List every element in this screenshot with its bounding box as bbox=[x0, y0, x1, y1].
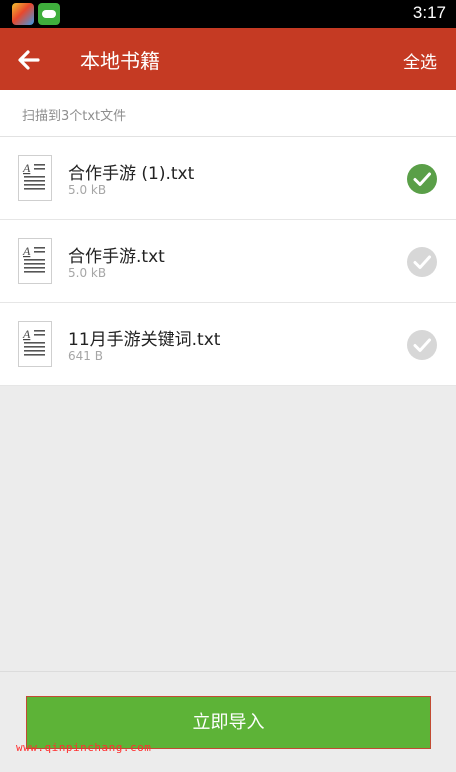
text-document-icon: A bbox=[18, 155, 52, 201]
text-document-icon: A bbox=[18, 238, 52, 284]
file-name: 合作手游 (1).txt bbox=[68, 164, 195, 184]
arrow-left-icon[interactable] bbox=[16, 47, 42, 73]
watermark-text: www.qinpinchang.com bbox=[16, 741, 152, 754]
file-list-item[interactable]: A 11月手游关键词.txt 641 B bbox=[0, 303, 456, 386]
file-name: 合作手游.txt bbox=[68, 247, 165, 267]
colorful-app-icon bbox=[12, 3, 34, 25]
file-name: 11月手游关键词.txt bbox=[68, 330, 221, 350]
bottom-action-area: 立即导入 bbox=[0, 671, 456, 772]
select-all-button[interactable]: 全选 bbox=[403, 48, 437, 73]
svg-text:A: A bbox=[22, 161, 31, 175]
scan-result-text: 扫描到3个txt文件 bbox=[22, 109, 127, 124]
page-title: 本地书籍 bbox=[80, 49, 160, 73]
svg-text:A: A bbox=[22, 244, 31, 258]
game-controller-app-icon bbox=[38, 3, 60, 25]
status-time: 3:17 bbox=[412, 3, 446, 22]
file-list-item[interactable]: A 合作手游 (1).txt 5.0 kB bbox=[0, 137, 456, 220]
file-size: 5.0 kB bbox=[68, 183, 107, 197]
text-document-icon: A bbox=[18, 321, 52, 367]
scan-info-bar: 扫描到3个txt文件 bbox=[0, 90, 456, 137]
file-size: 5.0 kB bbox=[68, 266, 107, 280]
file-list: A 合作手游 (1).txt 5.0 kB A 合作手游.txt 5.0 kB … bbox=[0, 137, 456, 386]
selected-check-icon[interactable] bbox=[407, 164, 437, 194]
unselected-check-icon[interactable] bbox=[407, 330, 437, 360]
file-list-item[interactable]: A 合作手游.txt 5.0 kB bbox=[0, 220, 456, 303]
status-bar: 3:17 bbox=[0, 0, 456, 28]
unselected-check-icon[interactable] bbox=[407, 247, 437, 277]
svg-text:A: A bbox=[22, 327, 31, 341]
file-size: 641 B bbox=[68, 349, 103, 363]
app-bar: 本地书籍 全选 bbox=[0, 28, 456, 90]
